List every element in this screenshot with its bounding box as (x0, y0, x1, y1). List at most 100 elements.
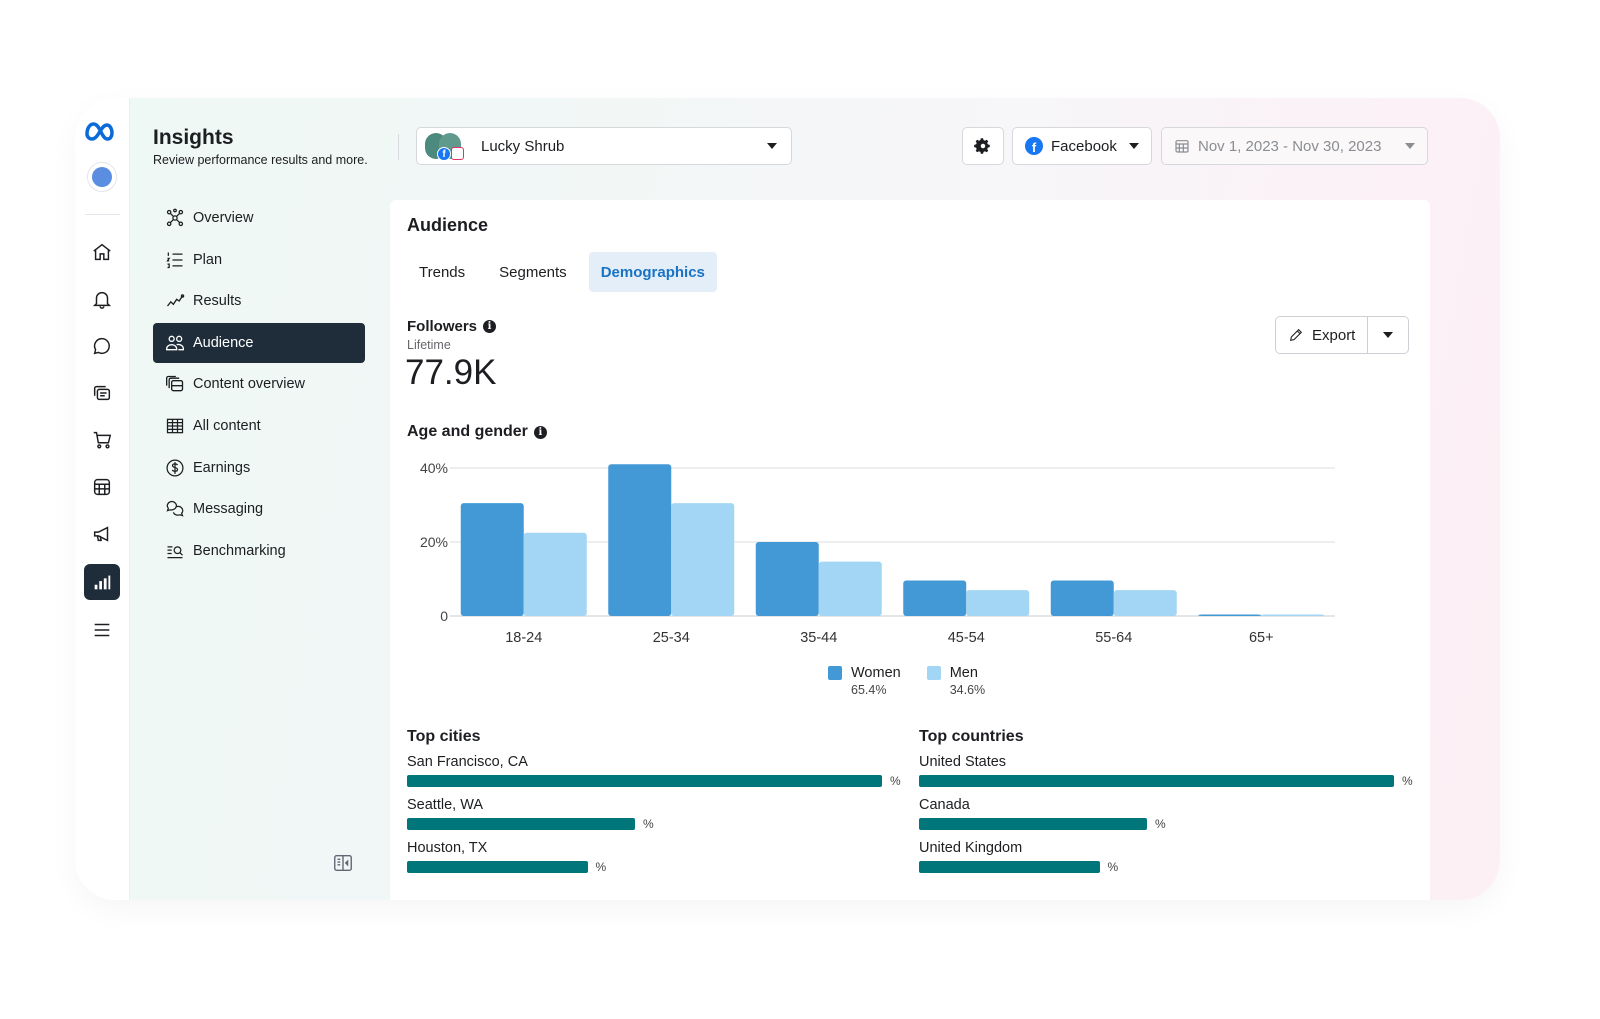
legend-percent: 34.6% (949, 683, 986, 697)
bar-men-25-34 (671, 503, 735, 616)
avatar-image (92, 167, 112, 187)
bar-men-65+ (1261, 614, 1325, 616)
tab-segments[interactable]: Segments (487, 252, 579, 292)
sidebar-item-label: Messaging (193, 501, 264, 518)
rail-menu[interactable] (84, 612, 120, 648)
sidebar-item-audience[interactable]: Audience (153, 322, 365, 363)
followers-heading: Followers i (407, 318, 497, 335)
collapse-sidebar-icon[interactable] (332, 852, 354, 874)
bar-women-18-24 (460, 503, 524, 616)
chart-title: Age and gender (407, 423, 528, 440)
sidebar-item-label: Audience (193, 334, 254, 351)
benchmark-search-icon (167, 545, 183, 559)
legend-item-men[interactable]: Men 34.6% (926, 665, 986, 697)
legend-label: Women (851, 665, 901, 681)
list-item: United States% (919, 754, 1429, 788)
account-name: Lucky Shrub (481, 137, 565, 155)
insights-app: Insights Review performance results and … (75, 98, 1500, 900)
legend-swatch-women (828, 666, 842, 680)
x-tick-label: 35-44 (800, 630, 837, 646)
sidebar-item-label: Content overview (193, 376, 306, 393)
rail-notifications[interactable] (84, 281, 120, 317)
age-gender-heading: Age and gender i (407, 423, 547, 441)
list-item-label: United States (919, 754, 1007, 770)
gear-icon (974, 138, 990, 154)
x-tick-label: 45-54 (948, 630, 985, 646)
list-item: Canada% (919, 797, 1429, 831)
list-item-bar (407, 818, 635, 830)
bar-women-55-64 (1050, 580, 1114, 616)
top-countries-heading: Top countries (919, 728, 1024, 745)
list-item: San Francisco, CA% (407, 754, 917, 788)
list-item: Houston, TX% (407, 840, 917, 874)
list-item-bar (919, 861, 1100, 873)
sidebar-item-label: Plan (193, 251, 223, 268)
calendar-icon (1175, 140, 1189, 153)
meta-logo-icon[interactable] (83, 116, 119, 146)
bar-men-18-24 (523, 532, 587, 616)
sidebar-item-plan[interactable]: Plan (153, 240, 365, 280)
date-range-picker[interactable]: Nov 1, 2023 - Nov 30, 2023 (1161, 127, 1428, 165)
numbered-list-icon (166, 252, 183, 268)
account-selector[interactable]: f Lucky Shrub (416, 127, 792, 165)
bar-men-35-44 (818, 561, 882, 616)
profile-avatar[interactable] (87, 162, 117, 192)
sidebar-item-content-overview[interactable]: Content overview (153, 364, 365, 404)
bar-women-25-34 (608, 464, 672, 616)
chevron-down-icon (1129, 143, 1139, 149)
insights-sidebar: Overview Plan Results Audience Content o… (153, 198, 365, 572)
megaphone-icon (93, 526, 109, 542)
tab-demographics[interactable]: Demographics (588, 252, 717, 292)
rail-content[interactable] (84, 375, 120, 411)
facebook-icon: f (1025, 137, 1043, 155)
list-item-bar (407, 775, 882, 787)
legend-label: Men (949, 665, 978, 681)
audience-tabs: Trends Segments Demographics (407, 252, 727, 292)
tab-trends[interactable]: Trends (407, 252, 477, 292)
info-icon[interactable]: i (533, 425, 547, 439)
chart-legend: Women 65.4% Men 34.6% (828, 665, 1011, 697)
list-item: United Kingdom% (919, 840, 1429, 874)
rail-ads[interactable] (84, 516, 120, 552)
rail-planner[interactable] (84, 469, 120, 505)
rail-insights[interactable] (84, 564, 120, 600)
rail-messages[interactable] (84, 328, 120, 364)
sidebar-item-overview[interactable]: Overview (153, 198, 365, 238)
chevron-down-icon (1405, 143, 1415, 149)
date-range-label: Nov 1, 2023 - Nov 30, 2023 (1198, 137, 1382, 155)
sidebar-item-results[interactable]: Results (153, 281, 365, 321)
settings-button[interactable] (962, 127, 1004, 165)
rail-commerce[interactable] (84, 422, 120, 458)
sidebar-item-messaging[interactable]: Messaging (153, 489, 365, 529)
rail-home[interactable] (84, 234, 120, 270)
shopping-cart-icon (93, 431, 112, 449)
top-countries: Top countries United States% Canada% Unite… (919, 728, 1429, 883)
sidebar-item-all-content[interactable]: All content (153, 406, 365, 446)
list-item-percent: % (1402, 774, 1413, 788)
x-tick-label: 25-34 (653, 630, 690, 646)
info-icon[interactable]: i (483, 320, 497, 333)
bar-chart-icon (94, 575, 111, 590)
chat-bubble-icon (93, 337, 110, 355)
sidebar-item-earnings[interactable]: Earnings (153, 448, 365, 488)
list-item-bar (919, 818, 1147, 830)
legend-item-women[interactable]: Women 65.4% (828, 665, 901, 697)
export-dropdown-button[interactable] (1368, 317, 1408, 353)
bar-women-35-44 (755, 542, 819, 616)
followers-label: Followers (407, 318, 478, 335)
list-item-percent: % (890, 774, 901, 788)
instagram-badge-icon (451, 147, 464, 160)
facebook-badge-icon: f (437, 147, 451, 161)
network-nodes-icon (166, 208, 184, 227)
platform-selector[interactable]: f Facebook (1012, 127, 1152, 165)
content-stack-icon (166, 376, 184, 392)
x-tick-label: 55-64 (1095, 630, 1132, 646)
sidebar-item-label: Results (193, 293, 242, 310)
export-button[interactable]: Export (1276, 317, 1369, 353)
sidebar-item-benchmarking[interactable]: Benchmarking (153, 531, 365, 571)
list-item-percent: % (643, 817, 654, 831)
x-tick-label: 65+ (1249, 630, 1274, 646)
platform-label: Facebook (1051, 137, 1117, 155)
list-item-label: Canada (919, 797, 970, 813)
account-avatar: f (425, 131, 465, 161)
